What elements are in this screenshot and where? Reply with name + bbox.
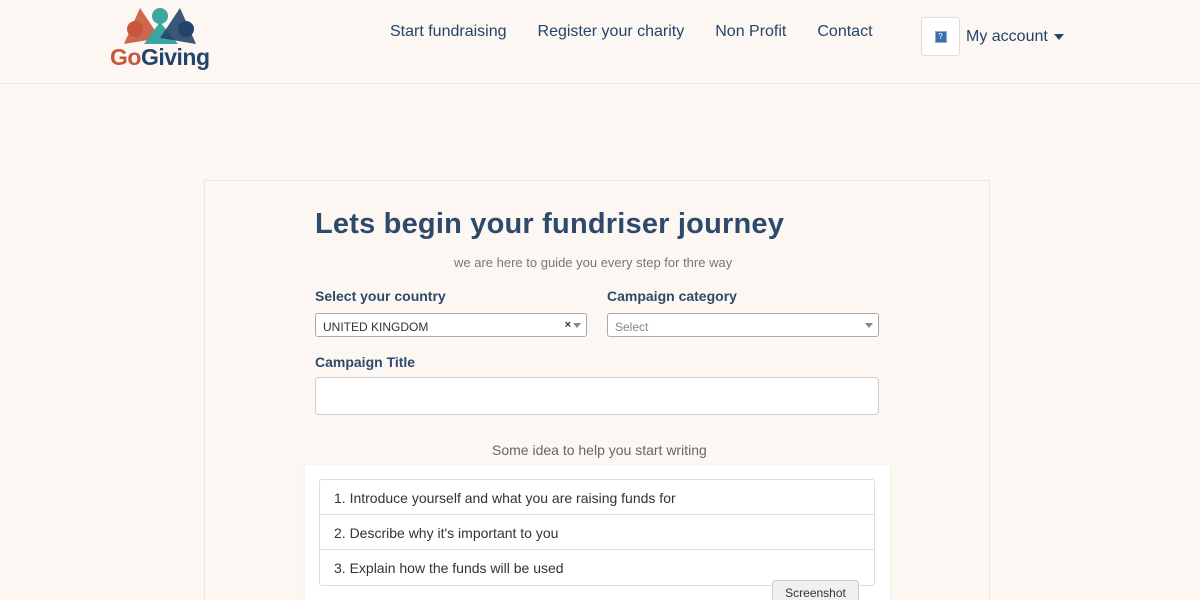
site-header: GoGiving Start fundraising Register your… xyxy=(0,0,1200,84)
page-title: Lets begin your fundriser journey xyxy=(315,208,785,240)
campaign-title-input[interactable] xyxy=(315,377,879,415)
select-arrow-icon[interactable] xyxy=(573,323,581,328)
logo-figures-icon xyxy=(124,8,196,44)
main-nav: Start fundraising Register your charity … xyxy=(390,23,904,41)
ideas-list: 1. Introduce yourself and what you are r… xyxy=(319,479,875,586)
ideas-heading: Some idea to help you start writing xyxy=(492,442,707,458)
category-select[interactable]: Select xyxy=(607,313,879,337)
category-label: Campaign category xyxy=(607,288,737,304)
chevron-down-icon[interactable] xyxy=(1053,33,1064,40)
list-item: 2. Describe why it's important to you xyxy=(320,515,874,550)
logo-giving: Giving xyxy=(140,44,210,70)
gogiving-logo[interactable]: GoGiving xyxy=(110,4,214,70)
nav-contact[interactable]: Contact xyxy=(817,23,872,41)
logo-wordmark: GoGiving xyxy=(110,44,210,71)
country-label: Select your country xyxy=(315,288,446,304)
avatar[interactable]: ? xyxy=(921,17,960,56)
logo-go: Go xyxy=(110,44,141,70)
page-subtitle: we are here to guide you every step for … xyxy=(454,255,733,270)
list-item: 1. Introduce yourself and what you are r… xyxy=(320,480,874,515)
country-select-value: UNITED KINGDOM xyxy=(323,320,429,334)
nav-register-charity[interactable]: Register your charity xyxy=(538,23,685,41)
broken-image-icon: ? xyxy=(934,30,947,43)
select-arrow-icon[interactable] xyxy=(865,323,873,328)
screenshot-button[interactable]: Screenshot xyxy=(772,580,859,600)
category-select-placeholder: Select xyxy=(615,320,649,334)
country-select[interactable]: UNITED KINGDOM × xyxy=(315,313,587,337)
nav-start-fundraising[interactable]: Start fundraising xyxy=(390,23,507,41)
clear-selection-icon[interactable]: × xyxy=(565,319,571,331)
my-account-menu[interactable]: ? My account xyxy=(921,17,1064,56)
nav-non-profit[interactable]: Non Profit xyxy=(715,23,786,41)
my-account-label[interactable]: My account xyxy=(966,28,1048,46)
campaign-title-label: Campaign Title xyxy=(315,354,416,370)
